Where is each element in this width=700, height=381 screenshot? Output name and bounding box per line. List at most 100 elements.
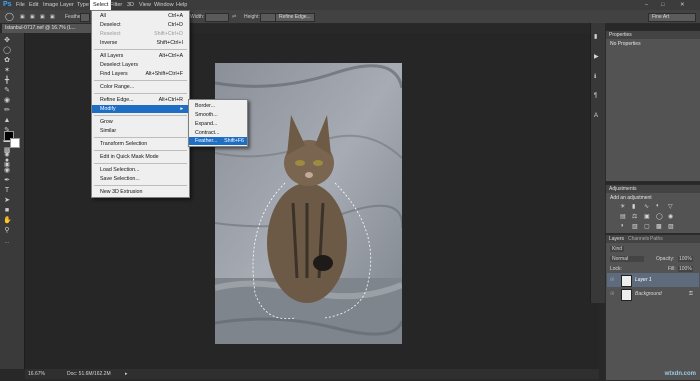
menu-item-save-selection[interactable]: Save Selection...: [92, 175, 189, 183]
threshold-icon[interactable]: ▢: [644, 223, 650, 230]
workspace-select[interactable]: Fine Art: [648, 13, 696, 22]
submenu-item-smooth[interactable]: Smooth...: [189, 111, 247, 119]
swap-dimensions-icon[interactable]: ⇄: [232, 14, 236, 20]
intersect-selection-icon[interactable]: ▣: [50, 14, 55, 20]
background-color-swatch[interactable]: [10, 138, 20, 148]
blend-mode-select[interactable]: Normal: [610, 256, 644, 262]
menu-item-color-range[interactable]: Color Range...: [92, 83, 189, 91]
crop-tool-icon[interactable]: ╋: [3, 77, 11, 85]
menu-item-inverse[interactable]: Inverse Shift+Ctrl+I: [92, 39, 189, 47]
menu-view[interactable]: View: [139, 2, 151, 8]
character-icon[interactable]: A: [594, 113, 598, 119]
menu-type[interactable]: Type: [77, 2, 89, 8]
channel-mixer-icon[interactable]: ◉: [668, 213, 673, 220]
exposure-icon[interactable]: ◐: [656, 203, 660, 209]
brush-tool-icon[interactable]: ✏: [3, 107, 11, 115]
channels-tab[interactable]: Channels: [628, 236, 649, 242]
brightness-icon[interactable]: ☀: [620, 203, 625, 210]
menu-item-modify[interactable]: Modify ▸: [92, 105, 189, 113]
menu-item-similar[interactable]: Similar: [92, 127, 189, 135]
submenu-item-contract[interactable]: Contract...: [189, 129, 247, 137]
menu-item-all-layers[interactable]: All Layers Alt+Ctrl+A: [92, 52, 189, 60]
menu-3d[interactable]: 3D: [127, 2, 134, 8]
color-balance-icon[interactable]: ⚖: [632, 213, 637, 220]
vibrance-icon[interactable]: ▽: [668, 203, 673, 210]
menu-item-new-3d-extrusion[interactable]: New 3D Extrusion: [92, 188, 189, 196]
info-icon[interactable]: ℹ: [594, 73, 596, 80]
menu-help[interactable]: Help: [176, 2, 187, 8]
eyedropper-tool-icon[interactable]: ✎: [3, 87, 11, 95]
actions-icon[interactable]: ▶: [594, 53, 599, 60]
adjustments-tab[interactable]: Adjustments: [609, 186, 637, 192]
submenu-item-expand[interactable]: Expand...: [189, 120, 247, 128]
visibility-eye-icon[interactable]: ☉: [610, 277, 614, 283]
history-icon[interactable]: ▮: [594, 33, 597, 40]
layer-name[interactable]: Background: [635, 291, 662, 297]
layer-name[interactable]: Layer 1: [635, 277, 652, 283]
lasso-tool-icon[interactable]: ✿: [3, 57, 11, 65]
menu-item-refine-edge[interactable]: Refine Edge... Alt+Ctrl+R: [92, 96, 189, 104]
posterize-icon[interactable]: ▧: [632, 223, 638, 230]
window-minimize-icon[interactable]: –: [645, 2, 648, 8]
menu-window[interactable]: Window: [154, 2, 174, 8]
levels-icon[interactable]: ▮: [632, 203, 635, 210]
marquee-tool-icon[interactable]: ◯: [5, 12, 14, 21]
black-white-icon[interactable]: ▣: [644, 213, 650, 220]
layers-tab[interactable]: Layers: [609, 236, 624, 242]
menu-layer[interactable]: Layer: [60, 2, 74, 8]
menu-item-transform-selection[interactable]: Transform Selection: [92, 140, 189, 148]
gradient-map-icon[interactable]: ▩: [656, 223, 662, 230]
selective-color-icon[interactable]: ▨: [668, 223, 674, 230]
selection-mode-icon[interactable]: ▣: [20, 14, 25, 20]
layer-row[interactable]: ☉ Layer 1: [607, 273, 699, 287]
window-restore-icon[interactable]: □: [661, 2, 664, 8]
type-tool-icon[interactable]: T: [3, 187, 11, 195]
menu-item-grow[interactable]: Grow: [92, 118, 189, 126]
subtract-selection-icon[interactable]: ▣: [40, 14, 45, 20]
menu-item-all[interactable]: All Ctrl+A: [92, 12, 189, 20]
hand-tool-icon[interactable]: ✋: [3, 217, 12, 225]
more-tools-icon[interactable]: ···: [3, 239, 11, 247]
filter-kind-select[interactable]: Kind: [610, 246, 625, 252]
layer-row[interactable]: ☉ Background ⚿: [607, 287, 699, 301]
path-select-tool-icon[interactable]: ➤: [3, 197, 11, 205]
add-selection-icon[interactable]: ▣: [30, 14, 35, 20]
pen-tool-icon[interactable]: ✒: [3, 177, 11, 185]
menu-edit[interactable]: Edit: [29, 2, 38, 8]
menu-select[interactable]: Select: [90, 0, 112, 10]
document-tab[interactable]: Istanbul-0717.nef @ 16.7% (L...: [2, 24, 94, 33]
paragraph-icon[interactable]: ¶: [594, 93, 597, 99]
menu-item-load-selection[interactable]: Load Selection...: [92, 166, 189, 174]
width-input[interactable]: [205, 13, 229, 22]
healing-tool-icon[interactable]: ◉: [3, 97, 11, 105]
zoom-level[interactable]: 16.67%: [28, 371, 45, 377]
menu-filter[interactable]: Filter: [110, 2, 122, 8]
menu-item-deselect-layers[interactable]: Deselect Layers: [92, 61, 189, 69]
visibility-eye-icon[interactable]: ☉: [610, 291, 614, 297]
menu-file[interactable]: File: [16, 2, 25, 8]
fill-input[interactable]: 100%: [678, 266, 693, 272]
menu-item-quick-mask[interactable]: Edit in Quick Mask Mode: [92, 153, 189, 161]
window-close-icon[interactable]: ✕: [680, 2, 685, 8]
menu-item-deselect[interactable]: Deselect Ctrl+D: [92, 21, 189, 29]
move-tool-icon[interactable]: ✥: [3, 37, 11, 45]
quick-mask-icon[interactable]: ◉: [3, 151, 11, 159]
menu-item-find-layers[interactable]: Find Layers Alt+Shift+Ctrl+F: [92, 70, 189, 78]
menu-image[interactable]: Image: [43, 2, 58, 8]
quick-select-tool-icon[interactable]: ✶: [3, 67, 11, 75]
photo-filter-icon[interactable]: ◯: [656, 213, 663, 220]
shape-tool-icon[interactable]: ■: [3, 207, 11, 215]
status-menu-icon[interactable]: ▸: [125, 371, 128, 377]
curves-icon[interactable]: ∿: [644, 203, 649, 210]
feather-input[interactable]: [80, 13, 90, 22]
screen-mode-icon[interactable]: ▣: [3, 161, 11, 169]
opacity-input[interactable]: 100%: [678, 256, 693, 262]
hue-sat-icon[interactable]: ▤: [620, 213, 626, 220]
paths-tab[interactable]: Paths: [650, 236, 663, 242]
stamp-tool-icon[interactable]: ▲: [3, 117, 11, 125]
marquee-tool-icon[interactable]: ◯: [3, 47, 11, 55]
invert-icon[interactable]: ◑: [620, 223, 624, 229]
properties-tab[interactable]: Properties: [609, 32, 632, 38]
submenu-item-feather[interactable]: Feather... Shift+F6: [189, 137, 247, 145]
submenu-item-border[interactable]: Border...: [189, 102, 247, 110]
